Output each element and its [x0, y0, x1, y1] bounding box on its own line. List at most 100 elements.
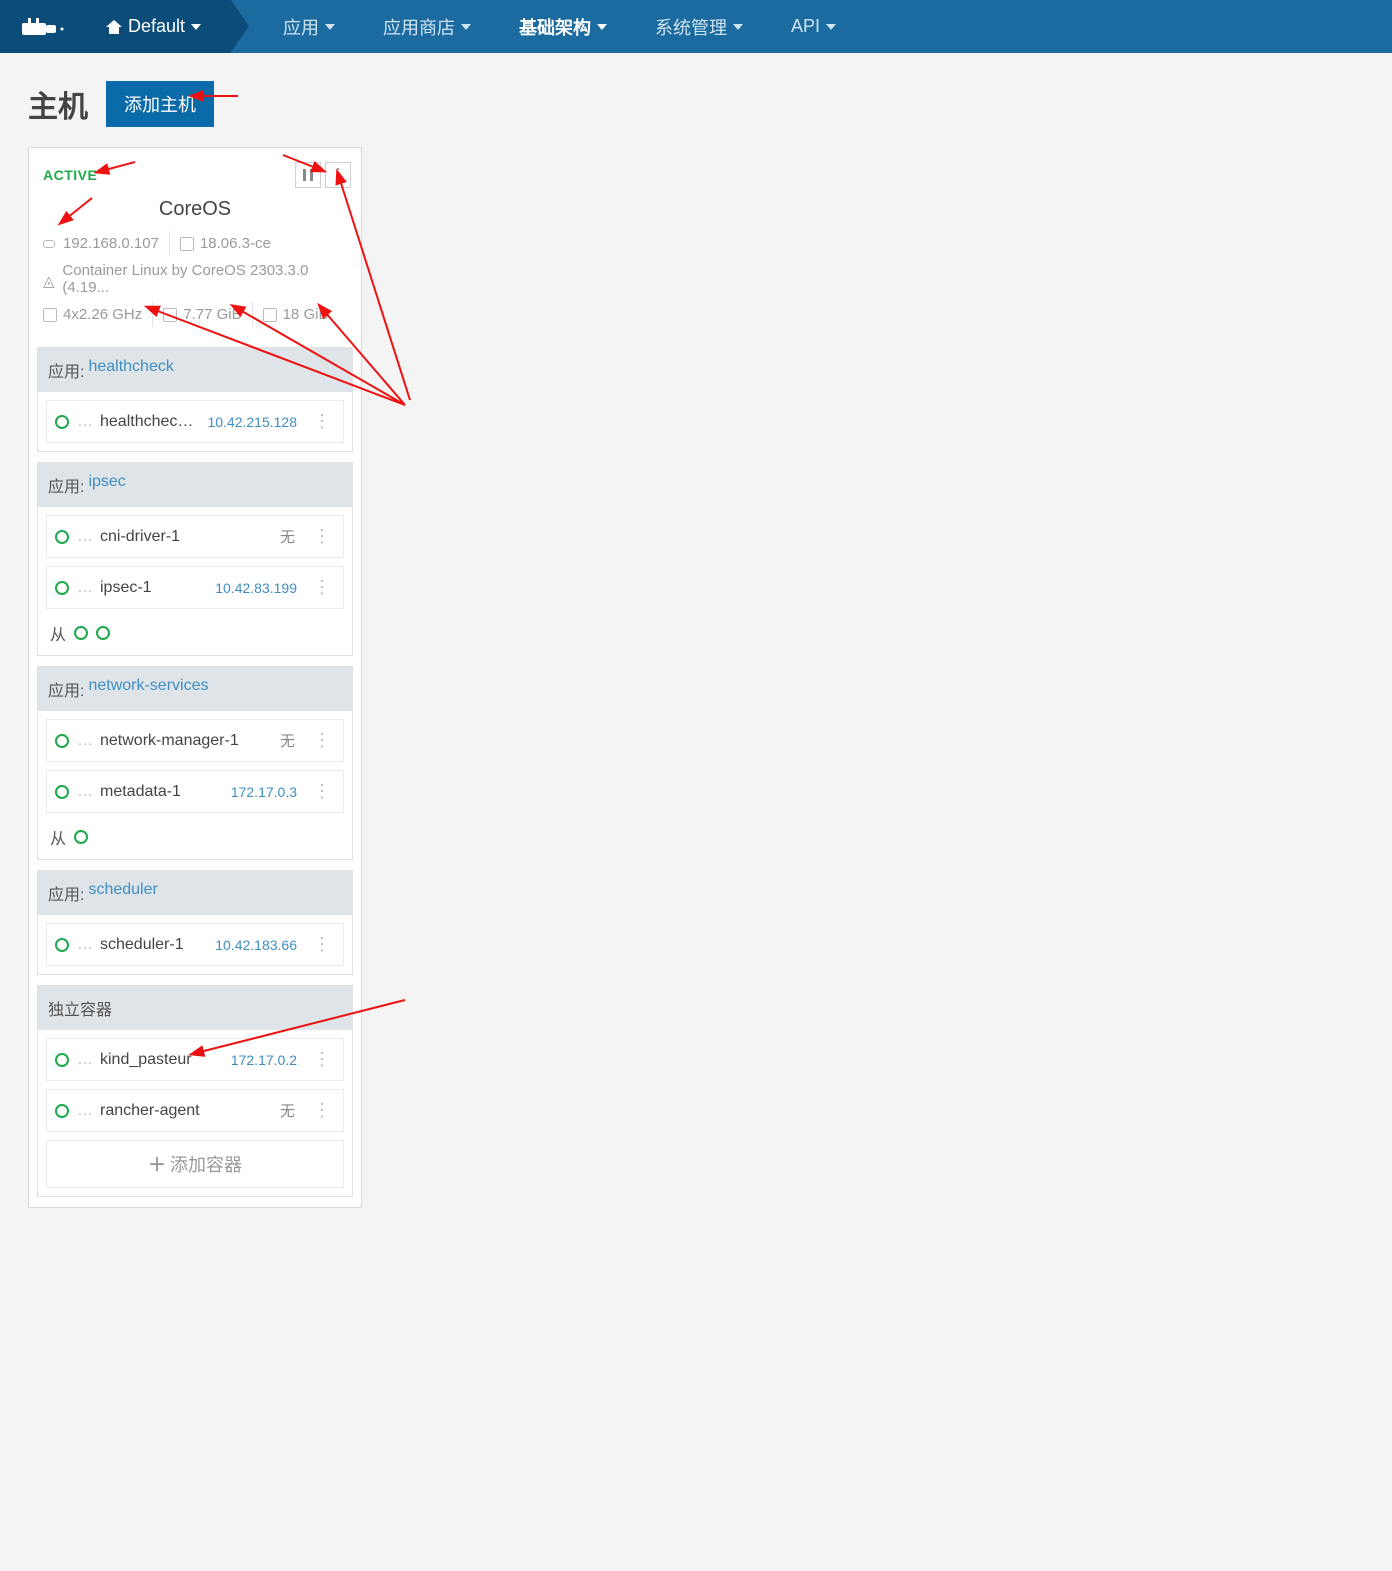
stack-header[interactable]: 应用: healthcheck: [38, 348, 352, 392]
service-actions-button[interactable]: ⋮: [309, 1100, 335, 1121]
service-row[interactable]: … metadata-1 172.17.0.3 ⋮: [46, 770, 344, 813]
service-actions-button[interactable]: ⋮: [309, 934, 335, 955]
service-ip: 10.42.215.128: [207, 414, 297, 430]
status-circle-icon[interactable]: [74, 830, 88, 844]
env-switcher[interactable]: Default: [88, 0, 231, 53]
service-name: cni-driver-1: [100, 528, 272, 546]
disk-icon: [263, 308, 277, 322]
service-row[interactable]: … ipsec-1 10.42.83.199 ⋮: [46, 566, 344, 609]
status-circle-icon[interactable]: [96, 626, 110, 640]
service-ip-none: 无: [280, 730, 295, 751]
status-circle-icon: [55, 1053, 69, 1067]
service-ip-none: 无: [280, 526, 295, 547]
home-icon: [106, 20, 122, 34]
docker-version: 18.06.3-ce: [200, 235, 271, 252]
host-disk: 18 GiB: [283, 306, 329, 323]
nav-item-应用[interactable]: 应用: [259, 0, 359, 53]
nav-item-label: API: [791, 16, 820, 37]
pause-icon: [303, 169, 313, 181]
stack-prefix: 应用:: [48, 358, 84, 382]
ellipsis-icon: …: [77, 1051, 92, 1069]
service-ip: 172.17.0.3: [231, 784, 297, 800]
service-actions-button[interactable]: ⋮: [309, 577, 335, 598]
service-ip: 10.42.183.66: [215, 937, 297, 953]
ellipsis-icon: …: [77, 732, 92, 750]
status-circle-icon: [55, 785, 69, 799]
stack-header[interactable]: 应用: scheduler: [38, 871, 352, 915]
status-circle-icon[interactable]: [74, 626, 88, 640]
ellipsis-icon: …: [77, 783, 92, 801]
stack-header[interactable]: 应用: network-services: [38, 667, 352, 711]
stack-prefix: 应用:: [48, 473, 84, 497]
add-container-button[interactable]: ＋添加容器: [46, 1140, 344, 1188]
link-icon: [43, 237, 57, 251]
service-row[interactable]: … rancher-agent 无 ⋮: [46, 1089, 344, 1132]
env-label: Default: [128, 16, 185, 37]
chevron-down-icon: [733, 24, 743, 30]
chevron-down-icon: [597, 24, 607, 30]
add-host-button[interactable]: 添加主机: [106, 81, 214, 127]
ellipsis-icon: …: [77, 579, 92, 597]
chevron-down-icon: [461, 24, 471, 30]
sub-containers-line: 从: [38, 821, 352, 859]
stack-healthcheck: 应用: healthcheck … healthcheck-1 10.42.215.1…: [37, 347, 353, 452]
standalone-section: 独立容器 … kind_pasteur 172.17.0.2 ⋮ … rancher-ag…: [37, 985, 353, 1197]
ellipsis-icon: …: [77, 413, 92, 431]
service-name: rancher-agent: [100, 1102, 272, 1120]
ellipsis-icon: …: [77, 936, 92, 954]
service-row[interactable]: … scheduler-1 10.42.183.66 ⋮: [46, 923, 344, 966]
status-circle-icon: [55, 734, 69, 748]
service-actions-button[interactable]: ⋮: [309, 1049, 335, 1070]
service-ip: 172.17.0.2: [231, 1052, 297, 1068]
nav-item-系统管理[interactable]: 系统管理: [631, 0, 767, 53]
chevron-down-icon: [826, 24, 836, 30]
cpu-icon: [43, 308, 57, 322]
stack-header[interactable]: 应用: ipsec: [38, 463, 352, 507]
service-row[interactable]: … cni-driver-1 无 ⋮: [46, 515, 344, 558]
sub-containers-line: 从: [38, 617, 352, 655]
status-circle-icon: [55, 1104, 69, 1118]
nav-item-应用商店[interactable]: 应用商店: [359, 0, 495, 53]
stack-name: scheduler: [88, 881, 157, 905]
stack-scheduler: 应用: scheduler … scheduler-1 10.42.183.66 ⋮: [37, 870, 353, 975]
service-actions-button[interactable]: ⋮: [309, 730, 335, 751]
stack-prefix: 应用:: [48, 677, 84, 701]
service-actions-button[interactable]: ⋮: [309, 411, 335, 432]
pause-host-button[interactable]: [295, 162, 321, 188]
chevron-down-icon: [325, 24, 335, 30]
service-name: ipsec-1: [100, 579, 207, 597]
host-actions-button[interactable]: ⋮: [325, 162, 351, 188]
service-row[interactable]: … network-manager-1 无 ⋮: [46, 719, 344, 762]
host-card: ACTIVE ⋮ CoreOS 192.168.0.107 18.06.3-ce…: [28, 147, 362, 1208]
stack-prefix: 应用:: [48, 881, 84, 905]
sub-from-label: 从: [50, 621, 66, 645]
nav-item-label: 基础架构: [519, 14, 591, 40]
status-circle-icon: [55, 530, 69, 544]
nav-item-API[interactable]: API: [767, 0, 860, 53]
host-name[interactable]: CoreOS: [29, 194, 361, 231]
status-circle-icon: [55, 415, 69, 429]
service-ip-none: 无: [280, 1100, 295, 1121]
service-name: metadata-1: [100, 783, 223, 801]
service-name: kind_pasteur: [100, 1051, 223, 1069]
service-ip: 10.42.83.199: [215, 580, 297, 596]
service-row[interactable]: … kind_pasteur 172.17.0.2 ⋮: [46, 1038, 344, 1081]
stack-name: healthcheck: [88, 358, 173, 382]
logo[interactable]: [0, 0, 88, 53]
host-os: Container Linux by CoreOS 2303.3.0 (4.19…: [62, 262, 347, 296]
chevron-down-icon: [191, 24, 201, 30]
os-icon: ◬: [43, 272, 56, 286]
ellipsis-icon: …: [77, 528, 92, 546]
service-name: healthcheck-1: [100, 413, 199, 431]
ellipsis-icon: …: [77, 1102, 92, 1120]
stack-name: network-services: [88, 677, 208, 701]
service-actions-button[interactable]: ⋮: [309, 781, 335, 802]
service-actions-button[interactable]: ⋮: [309, 526, 335, 547]
nav-item-label: 系统管理: [655, 14, 727, 40]
standalone-header: 独立容器: [38, 986, 352, 1030]
service-row[interactable]: … healthcheck-1 10.42.215.128 ⋮: [46, 400, 344, 443]
plus-icon: ＋: [148, 1155, 166, 1175]
service-name: network-manager-1: [100, 732, 272, 750]
nav-item-基础架构[interactable]: 基础架构: [495, 0, 631, 53]
service-name: scheduler-1: [100, 936, 207, 954]
